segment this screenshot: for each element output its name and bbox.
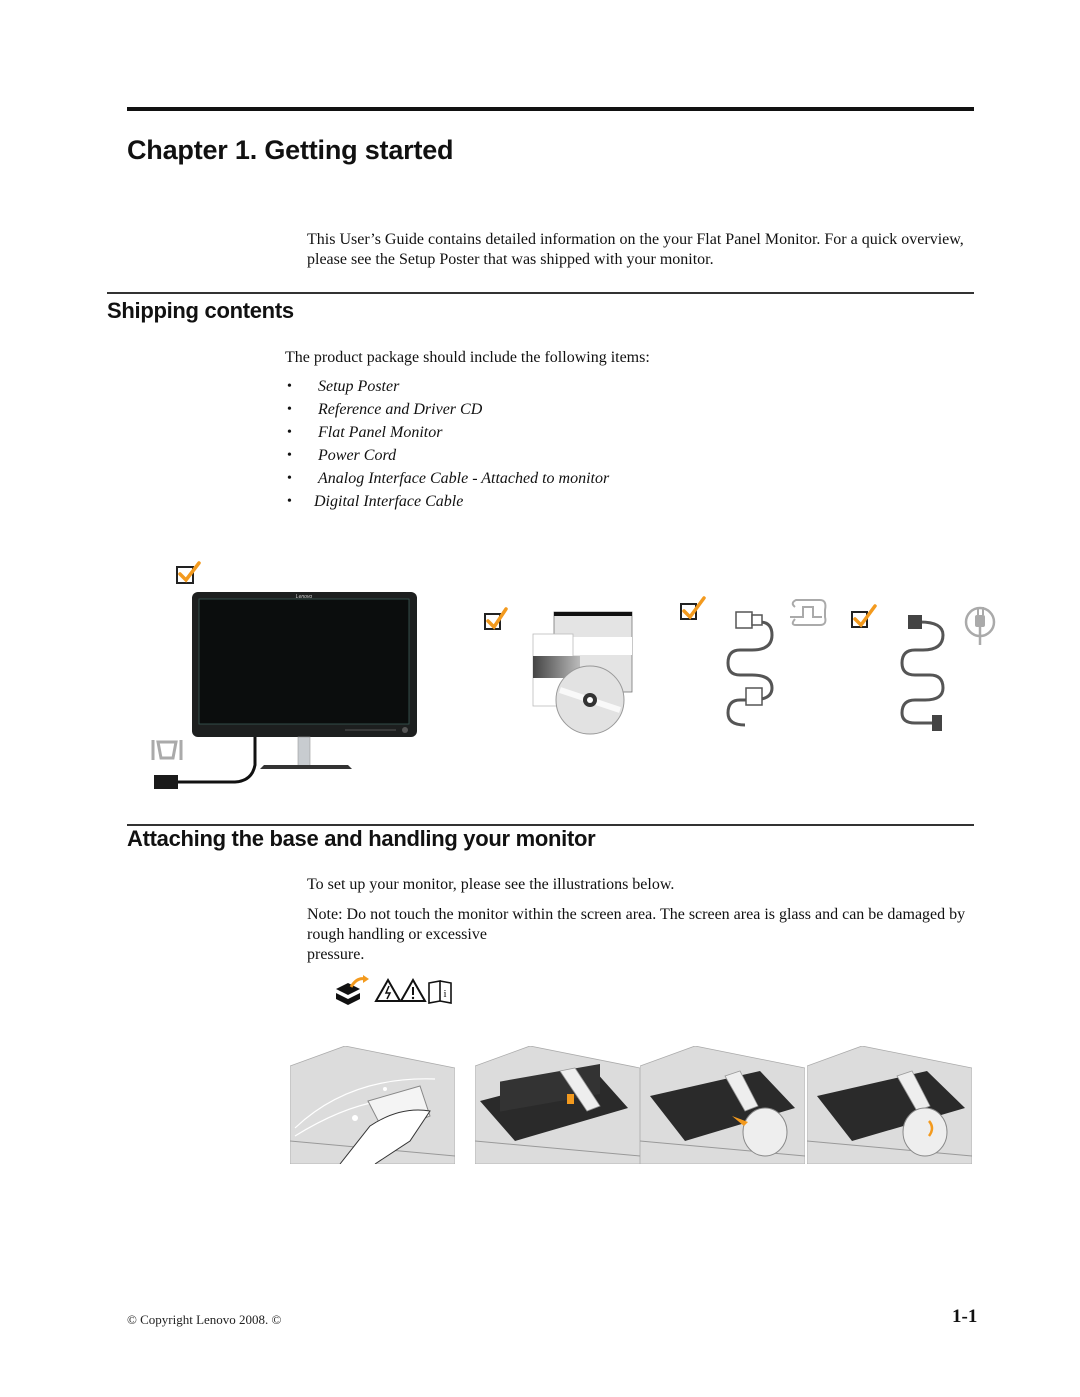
chapter-title: Chapter 1. Getting started	[127, 135, 454, 165]
dvi-port-icon	[790, 599, 827, 626]
attaching-lead: To set up your monitor, please see the i…	[307, 876, 675, 893]
checkbox-checked-icon	[176, 561, 201, 584]
chapter-top-rule	[127, 107, 974, 111]
shipping-items-list: Setup Poster Reference and Driver CD Fla…	[287, 375, 609, 513]
list-item: Digital Interface Cable	[287, 490, 609, 513]
power-plug-icon	[964, 606, 996, 645]
dvi-cable-image	[726, 611, 774, 727]
section-heading-shipping: Shipping contents	[107, 298, 294, 323]
chapter-intro: This User’s Guide contains detailed info…	[307, 231, 964, 268]
list-item: Setup Poster	[287, 375, 609, 398]
checkbox-checked-icon	[680, 596, 706, 620]
list-item: Analog Interface Cable - Attached to mon…	[287, 467, 609, 490]
read-manual-icon: i	[428, 980, 452, 1004]
checkbox-checked-icon	[851, 604, 877, 628]
svg-text:i: i	[443, 988, 446, 1000]
shipping-lead: The product package should include the f…	[285, 349, 650, 366]
caution-icon	[399, 977, 427, 1002]
page-number: 1-1	[952, 1306, 978, 1327]
list-item: Flat Panel Monitor	[287, 421, 609, 444]
unpack-box-icon	[336, 975, 369, 1005]
shipping-illustration: Lenovo	[151, 561, 996, 789]
attach-stand-step	[475, 1046, 640, 1164]
clean-screen-step	[290, 1046, 455, 1164]
attach-base-step	[640, 1046, 805, 1164]
note-text: Do not touch the monitor within the scre…	[307, 906, 966, 943]
section-rule	[107, 292, 974, 294]
lock-base-step	[807, 1046, 972, 1164]
list-item: Power Cord	[287, 444, 609, 467]
attaching-note: Note: Do not touch the monitor within th…	[307, 905, 972, 965]
monitor-image: Lenovo	[154, 592, 417, 789]
warning-icons: i	[336, 975, 452, 1005]
note-label: Note:	[307, 906, 343, 923]
list-item: Reference and Driver CD	[287, 398, 609, 421]
checkbox-checked-icon	[484, 607, 508, 630]
power-cord-image	[900, 615, 945, 731]
vga-port-icon	[151, 740, 183, 760]
cd-icon	[555, 665, 625, 735]
note-tail: pressure.	[307, 946, 365, 963]
monitor-logo: Lenovo	[296, 594, 313, 600]
section-heading-attaching: Attaching the base and handling your mon…	[127, 826, 596, 851]
electrical-hazard-icon	[374, 977, 402, 1002]
footer-copyright: © Copyright Lenovo 2008. ©	[127, 1312, 282, 1327]
